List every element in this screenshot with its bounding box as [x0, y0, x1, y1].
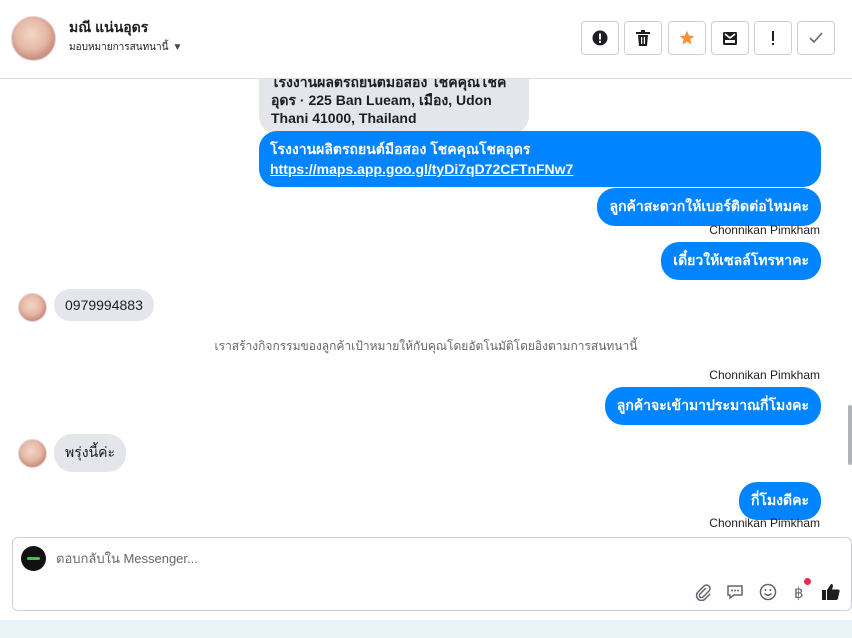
saved-replies-button[interactable]	[725, 582, 745, 602]
contact-avatar[interactable]	[11, 16, 56, 61]
incoming-message[interactable]: 0979994883	[54, 289, 154, 321]
sender-name: Chonnikan Pimkham	[709, 516, 820, 529]
message-text: ลูกค้าจะเข้ามาประมาณกี่โมงคะ	[616, 397, 809, 413]
caret-down-icon: ▼	[172, 42, 183, 53]
message-text: โรงงานผลิตรถยนต์มือสอง โชคคุณโชคอุดร	[270, 141, 531, 157]
assign-conversation-dropdown[interactable]: มอบหมายการสนทนานี้ ▼	[69, 40, 182, 55]
outgoing-message[interactable]: ลูกค้าสะดวกให้เบอร์ติดต่อไหมคะ	[597, 188, 821, 226]
outgoing-message[interactable]: ลูกค้าจะเข้ามาประมาณกี่โมงคะ	[604, 387, 821, 425]
incoming-message[interactable]: พรุ่งนี้ค่ะ	[54, 434, 127, 472]
follow-up-button[interactable]	[754, 21, 792, 55]
archive-button[interactable]	[711, 21, 749, 55]
sender-name: Chonnikan Pimkham	[709, 368, 820, 382]
page-avatar	[21, 546, 46, 571]
exclamation-icon	[772, 31, 774, 45]
thumbs-up-icon	[822, 584, 840, 600]
message-icon	[727, 585, 743, 600]
assign-label: มอบหมายการสนทนานี้	[69, 42, 169, 53]
message-text: กี่โมงดีคะ	[750, 492, 809, 508]
map-link[interactable]: https://maps.app.goo.gl/tyDi7qD72CFTnFNw…	[270, 161, 573, 177]
attach-button[interactable]	[693, 582, 713, 602]
emoji-icon	[759, 583, 777, 601]
delete-button[interactable]	[624, 21, 662, 55]
payment-button[interactable]: ฿	[790, 582, 810, 602]
conversation-header: มณี แน่นอุดร มอบหมายการสนทนานี้ ▼	[0, 0, 852, 79]
contact-avatar-small[interactable]	[18, 439, 47, 468]
trash-icon	[636, 30, 650, 46]
like-button[interactable]	[821, 582, 841, 602]
outgoing-message[interactable]: โรงงานผลิตรถยนต์มือสอง โชคคุณโชคอุดร htt…	[259, 131, 821, 187]
message-text: เดี๋ยวให้เซลล์โทรหาคะ	[673, 252, 809, 268]
mark-done-button[interactable]	[797, 21, 835, 55]
notification-dot	[804, 578, 811, 585]
page-footer-band	[0, 620, 852, 638]
svg-text:฿: ฿	[794, 584, 804, 601]
incoming-message[interactable]: โรงงานผลิตรถยนต์มือสอง โชคคุณโชคอุดร · 2…	[259, 79, 529, 134]
outgoing-message[interactable]: กี่โมงดีคะ	[738, 482, 821, 520]
archive-icon	[723, 32, 737, 45]
star-button[interactable]	[668, 21, 706, 55]
contact-avatar-small[interactable]	[18, 293, 47, 322]
message-text: โรงงานผลิตรถยนต์มือสอง โชคคุณโชคอุดร · 2…	[271, 79, 507, 126]
message-text: 0979994883	[65, 297, 143, 313]
contact-name[interactable]: มณี แน่นอุดร	[69, 17, 148, 39]
message-text: พรุ่งนี้ค่ะ	[65, 444, 116, 460]
thread-scrollbar[interactable]	[848, 405, 852, 465]
message-thread[interactable]: โรงงานผลิตรถยนต์มือสอง โชคคุณโชคอุดร · 2…	[0, 79, 852, 529]
outgoing-message[interactable]: เดี๋ยวให้เซลล์โทรหาคะ	[661, 242, 821, 280]
mark-spam-button[interactable]	[581, 21, 619, 55]
reply-composer: ฿	[12, 537, 852, 611]
message-text: ลูกค้าสะดวกให้เบอร์ติดต่อไหมคะ	[609, 198, 809, 214]
baht-icon: ฿	[794, 584, 804, 601]
star-icon	[679, 30, 695, 45]
paperclip-icon	[695, 584, 711, 601]
checkmark-icon	[809, 32, 823, 44]
system-notice: เราสร้างกิจกรรมของลูกค้าเป้าหมายให้กับคุ…	[214, 339, 638, 353]
alert-circle-icon	[592, 30, 608, 46]
emoji-button[interactable]	[758, 582, 778, 602]
reply-input[interactable]	[56, 551, 756, 566]
sender-name: Chonnikan Pimkham	[709, 223, 820, 237]
